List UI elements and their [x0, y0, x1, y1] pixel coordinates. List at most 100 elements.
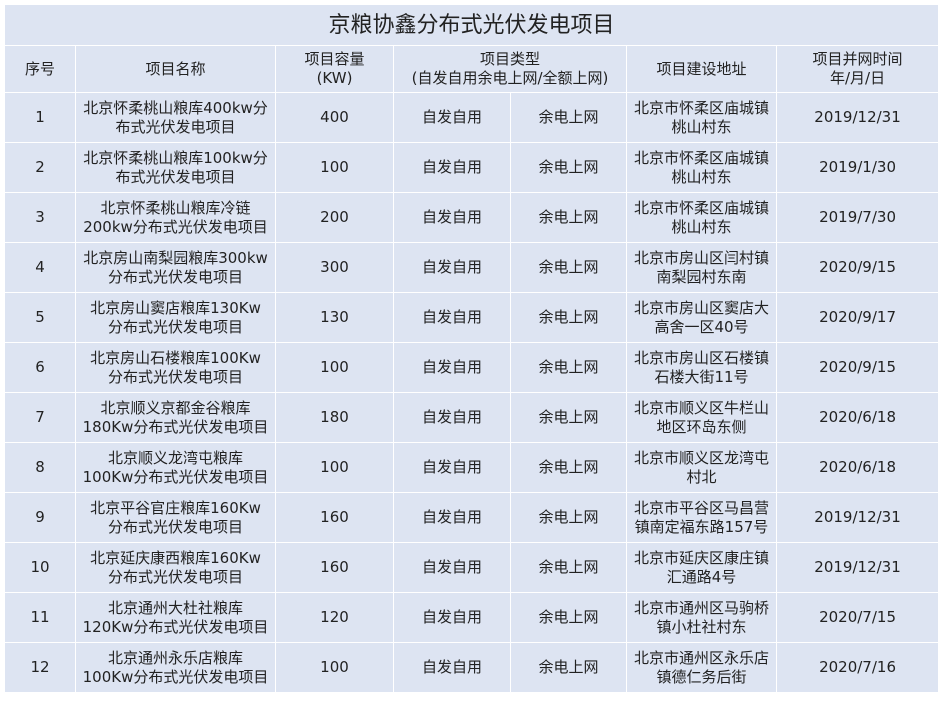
cell-name: 北京怀柔桃山粮库100kw分 布式光伏发电项目 [75, 142, 276, 193]
cell-capacity: 120 [275, 592, 394, 643]
table-row: 5 北京房山窦店粮库130Kw 分布式光伏发电项目 130 自发自用 余电上网 北京市房山区… [4, 292, 940, 343]
project-table-container: 京粮协鑫分布式光伏发电项目 序号 项目名称 项目容量 (KW) 项目类型 (自发自用… [3, 4, 940, 693]
cell-name-line2: 布式光伏发电项目 [115, 117, 236, 136]
cell-name-line1: 北京顺义京都金谷粮库 [100, 398, 251, 417]
cell-address-line1: 北京市怀柔区庙城镇 [633, 98, 769, 117]
cell-seq: 11 [4, 592, 76, 643]
cell-type-self-use: 自发自用 [393, 342, 511, 393]
cell-address: 北京市房山区闫村镇 南梨园村东南 [626, 242, 777, 293]
table-row: 1 北京怀柔桃山粮库400kw分 布式光伏发电项目 400 自发自用 余电上网 北京市怀柔区… [4, 92, 940, 143]
cell-name-line1: 北京顺义龙湾屯粮库 [107, 448, 243, 467]
table-row: 8 北京顺义龙湾屯粮库 100Kw分布式光伏发电项目 100 自发自用 余电上网 北京市顺义… [4, 442, 940, 493]
cell-name-line2: 120Kw分布式光伏发电项目 [82, 617, 269, 636]
cell-capacity: 100 [275, 342, 394, 393]
cell-seq: 9 [4, 492, 76, 543]
cell-date: 2020/6/18 [775, 442, 940, 493]
cell-name-line1: 北京通州大杜社粮库 [107, 598, 243, 617]
cell-address-line1: 北京市延庆区康庄镇 [633, 548, 769, 567]
cell-type-self-use: 自发自用 [393, 242, 511, 293]
cell-date: 2020/9/15 [775, 342, 940, 393]
cell-type-surplus: 余电上网 [510, 392, 627, 443]
cell-seq: 6 [4, 342, 76, 393]
cell-date: 2019/7/30 [775, 192, 940, 243]
cell-type-self-use: 自发自用 [393, 492, 511, 543]
table-row: 12 北京通州永乐店粮库 100Kw分布式光伏发电项目 100 自发自用 余电上网 北京市通… [4, 642, 940, 693]
cell-name-line2: 200kw分布式光伏发电项目 [83, 217, 268, 236]
cell-name-line1: 北京怀柔桃山粮库400kw分 [83, 98, 268, 117]
header-type-line2: (自发自用余电上网/全额上网) [411, 69, 609, 87]
cell-name-line1: 北京怀柔桃山粮库冷链 [100, 198, 251, 217]
cell-type-surplus: 余电上网 [510, 242, 627, 293]
cell-capacity: 100 [275, 142, 394, 193]
cell-seq: 4 [4, 242, 76, 293]
cell-address-line1: 北京市顺义区龙湾屯 [633, 448, 769, 467]
cell-address-line2: 高舍一区40号 [654, 317, 749, 336]
project-table: 京粮协鑫分布式光伏发电项目 序号 项目名称 项目容量 (KW) 项目类型 (自发自用… [3, 4, 940, 693]
cell-name: 北京房山窦店粮库130Kw 分布式光伏发电项目 [75, 292, 276, 343]
cell-seq: 12 [4, 642, 76, 693]
header-type-line1: 项目类型 [479, 50, 540, 68]
cell-address: 北京市延庆区康庄镇 汇通路4号 [626, 542, 777, 593]
cell-address: 北京市怀柔区庙城镇 桃山村东 [626, 192, 777, 243]
cell-type-self-use: 自发自用 [393, 442, 511, 493]
cell-name: 北京房山南梨园粮库300kw 分布式光伏发电项目 [75, 242, 276, 293]
cell-name-line1: 北京延庆康西粮库160Kw [90, 548, 261, 567]
cell-type-self-use: 自发自用 [393, 542, 511, 593]
cell-name-line1: 北京怀柔桃山粮库100kw分 [83, 148, 268, 167]
cell-date: 2020/7/16 [775, 642, 940, 693]
cell-name-line2: 分布式光伏发电项目 [107, 267, 243, 286]
cell-name-line1: 北京平谷官庄粮库160Kw [90, 498, 261, 517]
cell-address-line1: 北京市怀柔区庙城镇 [633, 198, 769, 217]
cell-name-line2: 分布式光伏发电项目 [107, 567, 243, 586]
cell-name-line2: 180Kw分布式光伏发电项目 [82, 417, 269, 436]
cell-capacity: 300 [275, 242, 394, 293]
cell-type-self-use: 自发自用 [393, 642, 511, 693]
cell-address-line2: 镇德仁务后街 [656, 667, 747, 686]
cell-address: 北京市平谷区马昌营 镇南定福东路157号 [626, 492, 777, 543]
cell-type-surplus: 余电上网 [510, 492, 627, 543]
cell-capacity: 180 [275, 392, 394, 443]
cell-address-line2: 汇通路4号 [666, 567, 737, 586]
header-time: 项目并网时间 年/月/日 [775, 45, 940, 93]
cell-name: 北京顺义京都金谷粮库 180Kw分布式光伏发电项目 [75, 392, 276, 443]
cell-name-line1: 北京房山南梨园粮库300kw [83, 248, 268, 267]
cell-type-surplus: 余电上网 [510, 92, 627, 143]
cell-seq: 8 [4, 442, 76, 493]
cell-type-surplus: 余电上网 [510, 192, 627, 243]
cell-seq: 7 [4, 392, 76, 443]
cell-name: 北京通州永乐店粮库 100Kw分布式光伏发电项目 [75, 642, 276, 693]
cell-address-line1: 北京市房山区窦店大 [633, 298, 769, 317]
cell-date: 2020/9/15 [775, 242, 940, 293]
cell-capacity: 130 [275, 292, 394, 343]
cell-type-surplus: 余电上网 [510, 142, 627, 193]
cell-name-line2: 分布式光伏发电项目 [107, 517, 243, 536]
cell-address-line1: 北京市通州区马驹桥 [633, 598, 769, 617]
cell-address: 北京市顺义区龙湾屯 村北 [626, 442, 777, 493]
cell-address-line2: 镇南定福东路157号 [634, 517, 769, 536]
cell-name-line1: 北京房山窦店粮库130Kw [90, 298, 261, 317]
cell-address: 北京市房山区窦店大 高舍一区40号 [626, 292, 777, 343]
header-time-line2: 年/月/日 [829, 69, 886, 87]
cell-name: 北京通州大杜社粮库 120Kw分布式光伏发电项目 [75, 592, 276, 643]
cell-name: 北京怀柔桃山粮库冷链 200kw分布式光伏发电项目 [75, 192, 276, 243]
cell-address: 北京市顺义区牛栏山 地区环岛东侧 [626, 392, 777, 443]
cell-capacity: 160 [275, 492, 394, 543]
cell-name-line2: 100Kw分布式光伏发电项目 [82, 667, 269, 686]
cell-type-self-use: 自发自用 [393, 392, 511, 443]
table-row: 6 北京房山石楼粮库100Kw 分布式光伏发电项目 100 自发自用 余电上网 北京市房山区… [4, 342, 940, 393]
cell-address-line2: 地区环岛东侧 [656, 417, 747, 436]
cell-address-line1: 北京市通州区永乐店 [633, 648, 769, 667]
cell-address-line1: 北京市怀柔区庙城镇 [633, 148, 769, 167]
cell-address-line2: 桃山村东 [671, 167, 732, 186]
table-title: 京粮协鑫分布式光伏发电项目 [3, 4, 940, 46]
cell-seq: 5 [4, 292, 76, 343]
cell-date: 2020/7/15 [775, 592, 940, 643]
cell-capacity: 100 [275, 442, 394, 493]
cell-date: 2020/6/18 [775, 392, 940, 443]
cell-date: 2019/12/31 [775, 492, 940, 543]
cell-capacity: 400 [275, 92, 394, 143]
table-row: 10 北京延庆康西粮库160Kw 分布式光伏发电项目 160 自发自用 余电上网 北京市延庆… [4, 542, 940, 593]
cell-type-self-use: 自发自用 [393, 592, 511, 643]
cell-name-line2: 分布式光伏发电项目 [107, 317, 243, 336]
cell-seq: 10 [4, 542, 76, 593]
